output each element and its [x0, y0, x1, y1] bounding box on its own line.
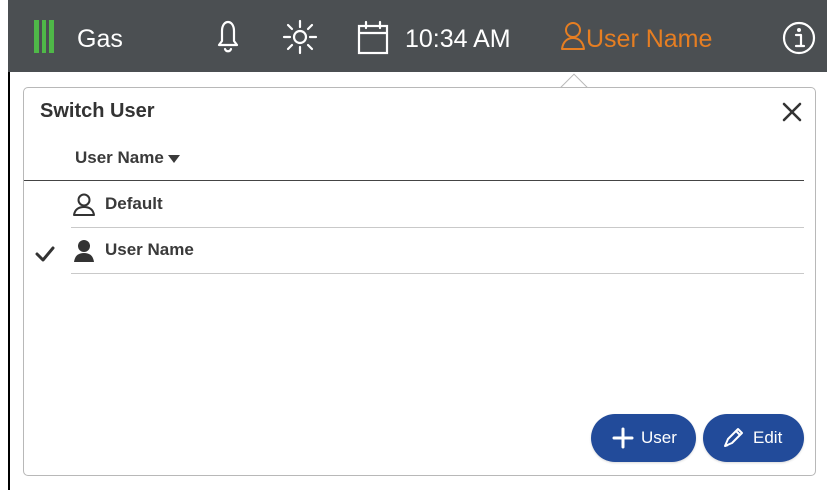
add-user-button[interactable]: User — [591, 414, 696, 462]
user-row-label: Default — [105, 194, 163, 213]
add-user-label: User — [641, 428, 677, 447]
user-filled-icon — [74, 240, 94, 262]
clock-time[interactable]: 10:34 AM — [405, 24, 511, 54]
sun-icon[interactable] — [280, 19, 320, 55]
user-outline-icon — [73, 193, 95, 216]
calendar-icon[interactable] — [356, 20, 390, 56]
pencil-icon — [724, 428, 743, 447]
user-row-label: User Name — [105, 240, 194, 259]
top-status-bar: Gas 10:34 AM User Name — [8, 0, 827, 72]
info-icon[interactable] — [780, 19, 818, 57]
user-row-default[interactable]: Default — [71, 182, 804, 228]
popover-pointer — [556, 70, 592, 88]
user-icon[interactable] — [558, 20, 588, 54]
current-user-name[interactable]: User Name — [586, 24, 712, 54]
table-header-divider — [24, 180, 804, 181]
sort-down-icon[interactable] — [167, 154, 180, 163]
gas-bars-icon — [34, 20, 55, 53]
selected-checkmark-icon — [35, 246, 55, 262]
panel-title: Switch User — [40, 100, 155, 122]
bell-icon[interactable] — [211, 17, 245, 57]
user-row-user-name[interactable]: User Name — [71, 228, 804, 274]
switch-user-panel — [23, 87, 816, 476]
user-name-column-header[interactable]: User Name — [75, 148, 180, 168]
gas-mode-label: Gas — [77, 25, 123, 53]
close-icon[interactable] — [780, 100, 804, 124]
edit-user-button[interactable]: Edit — [703, 414, 804, 462]
column-header-label: User Name — [75, 148, 164, 167]
plus-icon — [612, 427, 634, 449]
edit-label: Edit — [753, 428, 783, 447]
